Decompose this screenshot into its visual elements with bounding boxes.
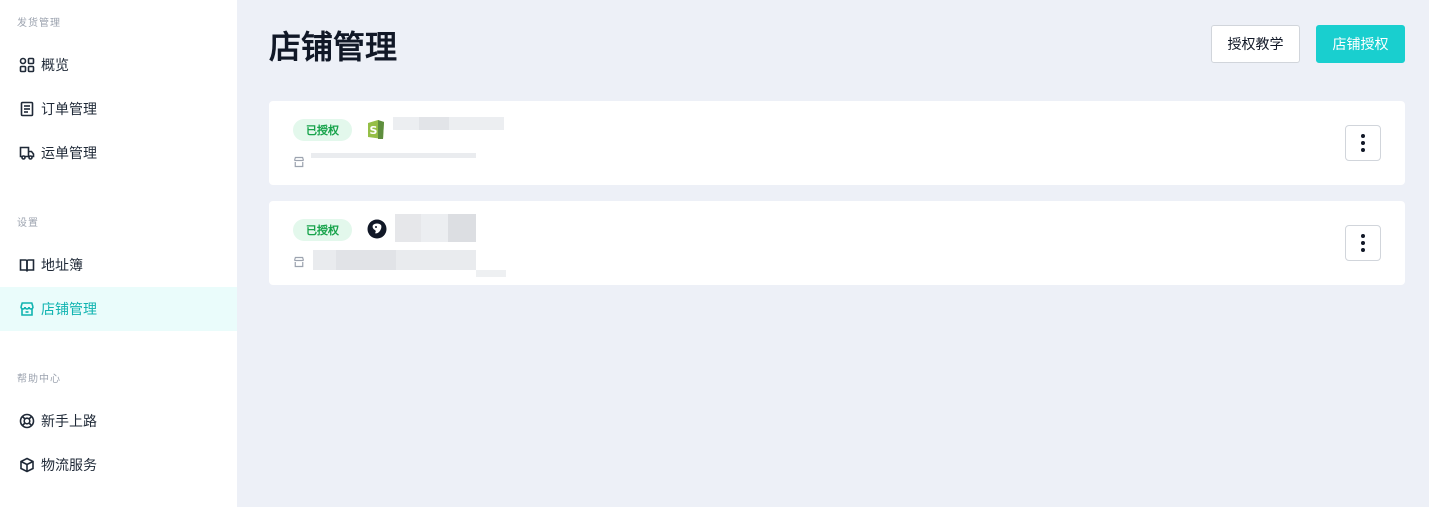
sidebar-item-getting-started[interactable]: 新手上路 (0, 399, 237, 443)
sidebar-item-overview[interactable]: 概览 (0, 43, 237, 87)
penguin-icon (367, 219, 387, 239)
sidebar-item-logistics[interactable]: 物流服务 (0, 443, 237, 487)
shopify-icon: S (365, 117, 387, 141)
authorize-store-button[interactable]: 店铺授权 (1316, 25, 1405, 63)
store-card: 已授权 S (269, 101, 1405, 185)
status-badge: 已授权 (293, 219, 352, 241)
more-dot-icon (1361, 241, 1365, 245)
sidebar-item-label: 运单管理 (41, 146, 97, 162)
more-dot-icon (1361, 134, 1365, 138)
more-dot-icon (1361, 141, 1365, 145)
store-icon (293, 153, 305, 168)
store-name-redacted (421, 214, 448, 242)
svg-text:S: S (370, 124, 378, 137)
sidebar-item-waybills[interactable]: 运单管理 (0, 131, 237, 175)
status-badge: 已授权 (293, 119, 352, 141)
store-url-redacted (336, 250, 396, 270)
sidebar-item-address-book[interactable]: 地址簿 (0, 243, 237, 287)
book-icon (19, 257, 35, 273)
more-dot-icon (1361, 248, 1365, 252)
store-icon (293, 253, 305, 268)
store-url-redacted (476, 270, 506, 277)
truck-icon (19, 145, 35, 161)
store-name-redacted (448, 214, 476, 242)
sidebar-item-label: 店铺管理 (41, 302, 97, 318)
sidebar-item-orders[interactable]: 订单管理 (0, 87, 237, 131)
store-name-redacted (419, 117, 449, 130)
sidebar-item-label: 概览 (41, 58, 69, 74)
sidebar: 发货管理 概览 订单管理 运单管理 设置 地址簿 店铺管理 帮助中心 新手上路 … (0, 0, 237, 507)
sidebar-item-label: 新手上路 (41, 414, 97, 430)
page-title: 店铺管理 (269, 28, 398, 66)
section-title-shipping: 发货管理 (17, 18, 61, 29)
more-dot-icon (1361, 234, 1365, 238)
document-icon (19, 101, 35, 117)
section-title-settings: 设置 (17, 218, 39, 229)
more-options-button[interactable] (1345, 125, 1381, 161)
sidebar-item-store-management[interactable]: 店铺管理 (0, 287, 237, 331)
store-card: 已授权 (269, 201, 1405, 285)
section-title-help: 帮助中心 (17, 374, 61, 385)
sidebar-item-label: 订单管理 (41, 102, 97, 118)
store-url-redacted (311, 153, 476, 158)
sidebar-item-label: 地址簿 (41, 258, 83, 274)
sidebar-item-label: 物流服务 (41, 458, 97, 474)
lifebuoy-icon (19, 413, 35, 429)
more-options-button[interactable] (1345, 225, 1381, 261)
grid-icon (19, 57, 35, 73)
store-icon (19, 301, 35, 317)
more-dot-icon (1361, 148, 1365, 152)
main-content: 店铺管理 授权教学 店铺授权 已授权 S 已授权 (237, 0, 1429, 507)
tutorial-button[interactable]: 授权教学 (1211, 25, 1300, 63)
package-icon (19, 457, 35, 473)
